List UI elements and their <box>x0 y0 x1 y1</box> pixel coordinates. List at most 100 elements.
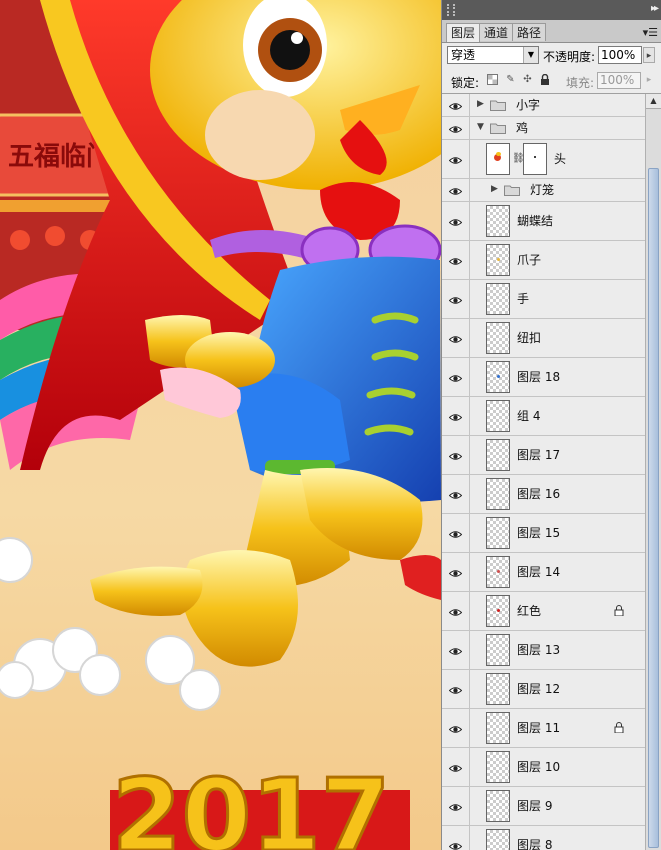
panel-title-bar[interactable]: ▸▸ <box>442 0 661 20</box>
visibility-eye-icon[interactable] <box>448 606 463 616</box>
visibility-eye-icon[interactable] <box>448 762 463 772</box>
layer-name[interactable]: 图层 8 <box>517 837 552 850</box>
visibility-eye-icon[interactable] <box>448 450 463 460</box>
layer-name[interactable]: 红色 <box>517 603 541 619</box>
layer-thumbnail[interactable] <box>486 283 510 315</box>
layer-thumbnail[interactable] <box>486 205 510 237</box>
layer-row[interactable]: 蝴蝶结 <box>442 202 645 241</box>
layer-row[interactable]: 图层 18 <box>442 358 645 397</box>
layer-name[interactable]: 图层 14 <box>517 564 560 580</box>
layer-thumbnail[interactable] <box>486 634 510 666</box>
tab-channels[interactable]: 通道 <box>479 23 514 41</box>
visibility-eye-icon[interactable] <box>448 684 463 694</box>
layer-thumbnail[interactable] <box>486 556 510 588</box>
expand-group-icon[interactable]: ▶ <box>491 184 498 194</box>
layers-scrollbar[interactable]: ▲ <box>645 94 661 850</box>
visibility-eye-icon[interactable] <box>448 216 463 226</box>
layer-thumbnail[interactable] <box>486 595 510 627</box>
layer-row[interactable]: 图层 16 <box>442 475 645 514</box>
layer-thumbnail[interactable] <box>486 322 510 354</box>
visibility-eye-icon[interactable] <box>448 645 463 655</box>
visibility-eye-icon[interactable] <box>448 154 463 164</box>
layer-row[interactable]: 图层 10 <box>442 748 645 787</box>
visibility-eye-icon[interactable] <box>448 567 463 577</box>
layer-thumbnail[interactable] <box>486 751 510 783</box>
layer-name[interactable]: 图层 17 <box>517 447 560 463</box>
layer-name[interactable]: 爪子 <box>517 252 541 268</box>
layer-thumbnail[interactable] <box>486 143 510 175</box>
lock-image-pixels-icon[interactable]: ✎ <box>505 74 516 85</box>
layer-row[interactable]: 图层 14 <box>442 553 645 592</box>
blend-mode-select[interactable]: 穿透 ▼ <box>447 46 539 64</box>
fill-input[interactable]: 100% <box>597 72 641 89</box>
visibility-eye-icon[interactable] <box>448 372 463 382</box>
tab-layers[interactable]: 图层 <box>446 23 481 42</box>
layer-name[interactable]: 图层 12 <box>517 681 560 697</box>
scroll-up-icon[interactable]: ▲ <box>646 94 661 109</box>
layer-thumbnail[interactable] <box>486 712 510 744</box>
layer-thumbnail[interactable] <box>486 361 510 393</box>
panel-menu-icon[interactable]: ▾☰ <box>643 26 658 39</box>
expand-group-icon[interactable]: ▶ <box>477 99 484 109</box>
visibility-eye-icon[interactable] <box>448 723 463 733</box>
layer-row[interactable]: 爪子 <box>442 241 645 280</box>
layer-thumbnail[interactable] <box>486 478 510 510</box>
layer-name[interactable]: 纽扣 <box>517 330 541 346</box>
layer-row[interactable]: 红色 <box>442 592 645 631</box>
layer-group-row[interactable]: ▼ 鸡 <box>442 117 645 140</box>
layer-row[interactable]: 图层 17 <box>442 436 645 475</box>
layer-name[interactable]: 图层 10 <box>517 759 560 775</box>
tab-paths[interactable]: 路径 <box>512 23 547 41</box>
layer-name[interactable]: 鸡 <box>516 120 528 136</box>
layer-thumbnail[interactable] <box>486 244 510 276</box>
layer-name[interactable]: 图层 13 <box>517 642 560 658</box>
visibility-eye-icon[interactable] <box>448 100 463 110</box>
visibility-eye-icon[interactable] <box>448 185 463 195</box>
layer-row[interactable]: 图层 13 <box>442 631 645 670</box>
layer-row[interactable]: 手 <box>442 280 645 319</box>
layer-thumbnail[interactable] <box>486 400 510 432</box>
layer-row[interactable]: 图层 12 <box>442 670 645 709</box>
layer-row[interactable]: 图层 9 <box>442 787 645 826</box>
layer-row[interactable]: 图层 11 <box>442 709 645 748</box>
visibility-eye-icon[interactable] <box>448 528 463 538</box>
document-canvas[interactable]: 五福临门 2017 <box>0 0 441 850</box>
scroll-thumb[interactable] <box>648 168 659 848</box>
layer-thumbnail[interactable] <box>486 439 510 471</box>
layer-group-row[interactable]: ▶ 小字 <box>442 94 645 117</box>
collapse-group-icon[interactable]: ▼ <box>477 122 484 132</box>
lock-all-icon[interactable] <box>539 73 550 85</box>
panel-grip[interactable] <box>447 4 455 16</box>
layer-thumbnail[interactable] <box>486 790 510 822</box>
collapse-panel-icon[interactable]: ▸▸ <box>651 3 659 14</box>
layer-name[interactable]: 头 <box>554 151 566 167</box>
visibility-eye-icon[interactable] <box>448 123 463 133</box>
visibility-eye-icon[interactable] <box>448 255 463 265</box>
layer-name[interactable]: 图层 9 <box>517 798 552 814</box>
layer-thumbnail[interactable] <box>486 829 510 850</box>
opacity-input[interactable]: 100% <box>598 46 642 64</box>
layer-group-row[interactable]: ▶ 灯笼 <box>442 179 645 202</box>
layer-row[interactable]: 图层 15 <box>442 514 645 553</box>
visibility-eye-icon[interactable] <box>448 489 463 499</box>
visibility-eye-icon[interactable] <box>448 411 463 421</box>
visibility-eye-icon[interactable] <box>448 801 463 811</box>
layer-thumbnail[interactable] <box>486 673 510 705</box>
layer-row[interactable]: 组 4 <box>442 397 645 436</box>
layer-name[interactable]: 图层 15 <box>517 525 560 541</box>
lock-position-icon[interactable]: ✣ <box>522 74 533 85</box>
visibility-eye-icon[interactable] <box>448 294 463 304</box>
layer-name[interactable]: 组 4 <box>517 408 540 424</box>
layer-name[interactable]: 图层 11 <box>517 720 560 736</box>
lock-transparent-pixels-icon[interactable] <box>487 74 498 85</box>
opacity-slider-arrow-icon[interactable]: ▸ <box>643 47 655 63</box>
layer-row[interactable]: 图层 8 <box>442 826 645 850</box>
layer-row[interactable]: ⛓ 头 <box>442 140 645 179</box>
layer-name[interactable]: 灯笼 <box>530 182 554 198</box>
visibility-eye-icon[interactable] <box>448 333 463 343</box>
layer-mask-thumbnail[interactable] <box>523 143 547 175</box>
layer-name[interactable]: 蝴蝶结 <box>517 213 553 229</box>
layer-row[interactable]: 纽扣 <box>442 319 645 358</box>
layer-name[interactable]: 图层 18 <box>517 369 560 385</box>
fill-slider-arrow-icon[interactable]: ▸ <box>643 73 655 88</box>
